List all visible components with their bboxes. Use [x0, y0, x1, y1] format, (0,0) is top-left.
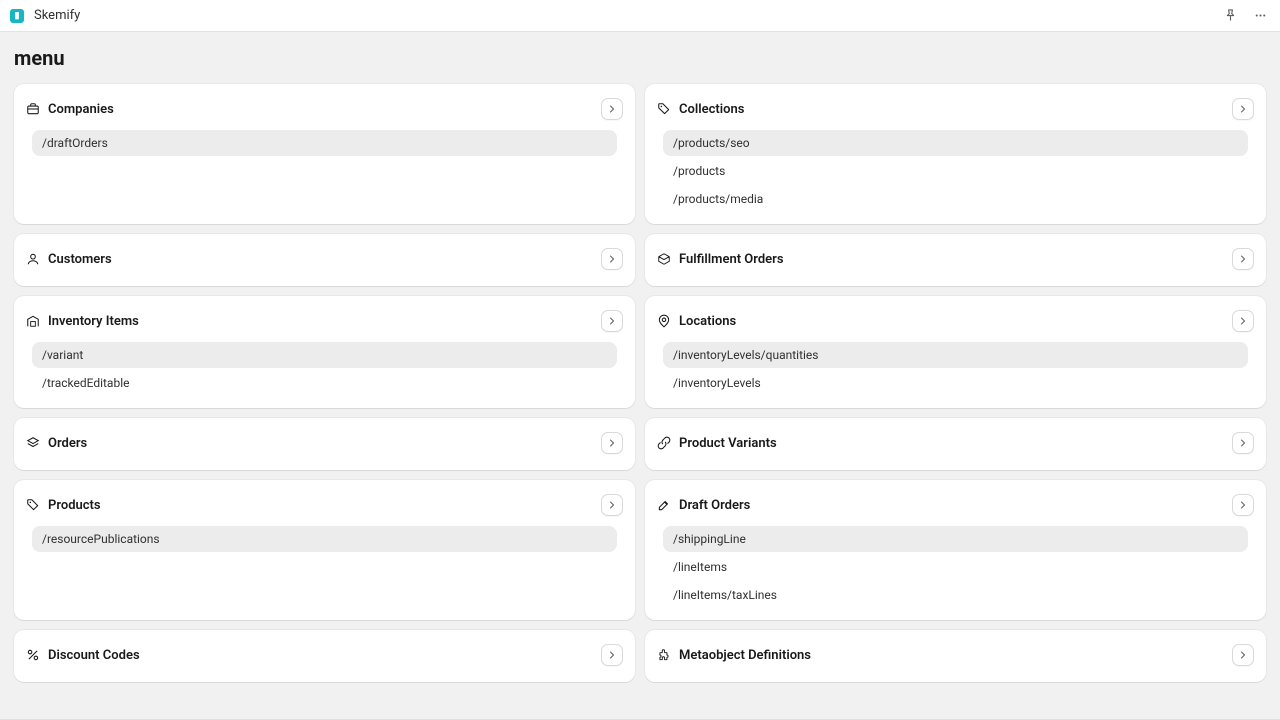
app-name: Skemify [34, 8, 80, 23]
page-title: menu [14, 46, 1266, 70]
card-companies: Companies /draftOrders [14, 84, 635, 224]
list-item[interactable]: /inventoryLevels [663, 370, 1248, 396]
list-item[interactable]: /variant [32, 342, 617, 368]
card-title: Discount Codes [48, 648, 140, 663]
card-customers: Customers [14, 234, 635, 286]
expand-locations-button[interactable] [1232, 310, 1254, 332]
card-title: Customers [48, 252, 112, 267]
puzzle-icon [657, 648, 671, 662]
card-fulfillment-orders: Fulfillment Orders [645, 234, 1266, 286]
card-discount-codes: Discount Codes [14, 630, 635, 682]
pin-icon [657, 314, 671, 328]
pin-button[interactable] [1220, 6, 1240, 26]
expand-products-button[interactable] [601, 494, 623, 516]
card-title: Orders [48, 436, 87, 451]
more-button[interactable] [1250, 6, 1270, 26]
card-title: Product Variants [679, 436, 777, 451]
expand-companies-button[interactable] [601, 98, 623, 120]
user-icon [26, 252, 40, 266]
expand-orders-button[interactable] [601, 432, 623, 454]
chevron-right-icon [606, 499, 618, 511]
expand-discount-codes-button[interactable] [601, 644, 623, 666]
list-item[interactable]: /lineItems/taxLines [663, 582, 1248, 608]
pin-icon [1223, 8, 1238, 23]
chevron-right-icon [1237, 499, 1249, 511]
expand-collections-button[interactable] [1232, 98, 1254, 120]
card-title: Metaobject Definitions [679, 648, 811, 663]
list-item[interactable]: /products [663, 158, 1248, 184]
expand-metaobject-definitions-button[interactable] [1232, 644, 1254, 666]
tag-icon [26, 498, 40, 512]
percent-icon [26, 648, 40, 662]
list-item[interactable]: /resourcePublications [32, 526, 617, 552]
list-item[interactable]: /products/media [663, 186, 1248, 212]
list-item[interactable]: /shippingLine [663, 526, 1248, 552]
card-locations: Locations /inventoryLevels/quantities /i… [645, 296, 1266, 408]
card-title: Collections [679, 102, 744, 117]
expand-customers-button[interactable] [601, 248, 623, 270]
card-title: Locations [679, 314, 736, 329]
card-title: Fulfillment Orders [679, 252, 784, 267]
warehouse-icon [26, 314, 40, 328]
card-title: Draft Orders [679, 498, 750, 513]
card-product-variants: Product Variants [645, 418, 1266, 470]
box-icon [657, 252, 671, 266]
cards-grid: Companies /draftOrders Collections /prod… [14, 84, 1266, 682]
expand-inventory-items-button[interactable] [601, 310, 623, 332]
list-item[interactable]: /products/seo [663, 130, 1248, 156]
chevron-right-icon [606, 253, 618, 265]
chevron-right-icon [1237, 253, 1249, 265]
edit-icon [657, 498, 671, 512]
chevron-right-icon [1237, 437, 1249, 449]
chevron-right-icon [1237, 649, 1249, 661]
list-item[interactable]: /draftOrders [32, 130, 617, 156]
card-title: Inventory Items [48, 314, 139, 329]
chevron-right-icon [606, 649, 618, 661]
chevron-right-icon [606, 437, 618, 449]
topbar: ▮ Skemify [0, 0, 1280, 32]
card-products: Products /resourcePublications [14, 480, 635, 620]
chevron-right-icon [1237, 315, 1249, 327]
layers-icon [26, 436, 40, 450]
list-item[interactable]: /trackedEditable [32, 370, 617, 396]
card-draft-orders: Draft Orders /shippingLine /lineItems /l… [645, 480, 1266, 620]
expand-draft-orders-button[interactable] [1232, 494, 1254, 516]
expand-product-variants-button[interactable] [1232, 432, 1254, 454]
expand-fulfillment-orders-button[interactable] [1232, 248, 1254, 270]
more-icon [1253, 8, 1268, 23]
chevron-right-icon [606, 315, 618, 327]
card-inventory-items: Inventory Items /variant /trackedEditabl… [14, 296, 635, 408]
link-icon [657, 436, 671, 450]
card-title: Products [48, 498, 101, 513]
briefcase-icon [26, 102, 40, 116]
list-item[interactable]: /lineItems [663, 554, 1248, 580]
chevron-right-icon [1237, 103, 1249, 115]
card-orders: Orders [14, 418, 635, 470]
tag-icon [657, 102, 671, 116]
list-item[interactable]: /inventoryLevels/quantities [663, 342, 1248, 368]
app-logo-icon: ▮ [10, 9, 24, 23]
card-collections: Collections /products/seo /products /pro… [645, 84, 1266, 224]
card-metaobject-definitions: Metaobject Definitions [645, 630, 1266, 682]
chevron-right-icon [606, 103, 618, 115]
card-title: Companies [48, 102, 114, 117]
